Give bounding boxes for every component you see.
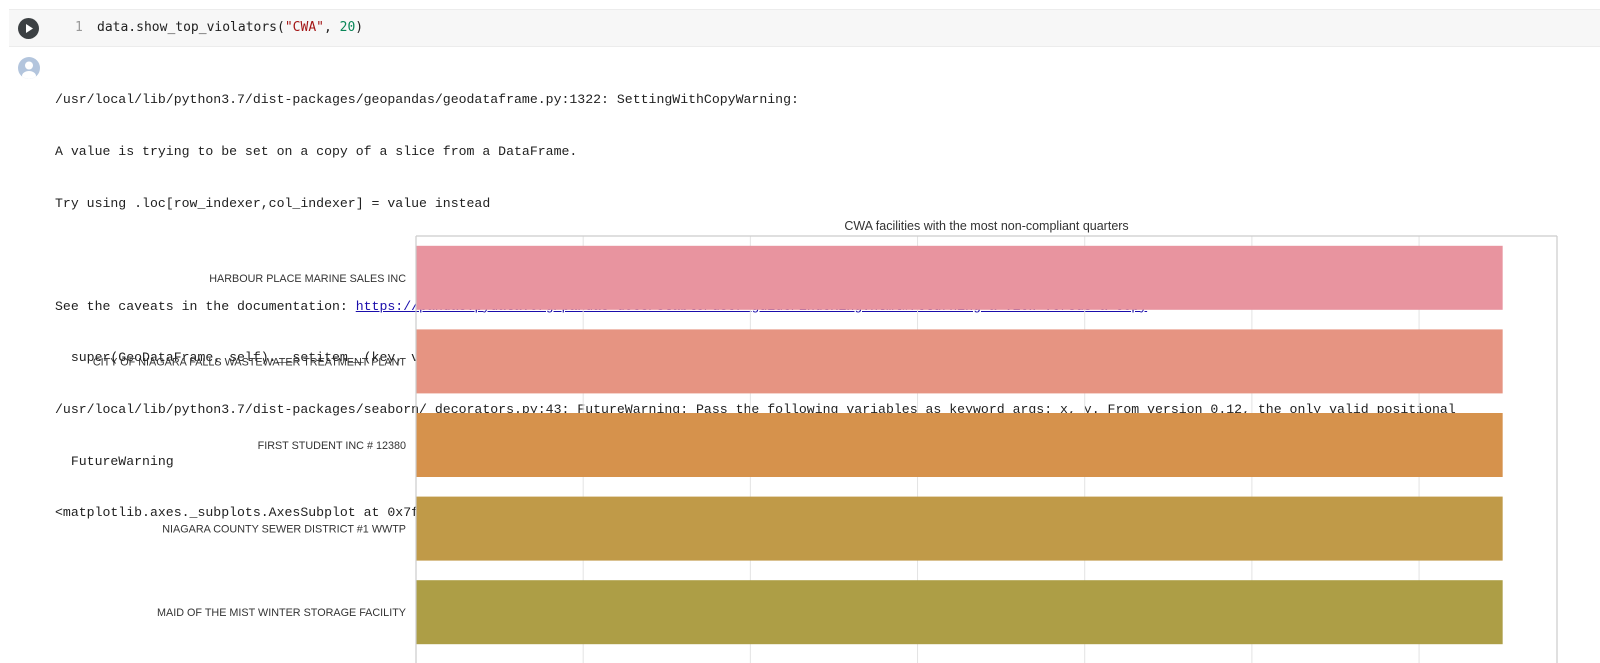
code-token-string: "CWA" <box>284 20 324 35</box>
output-avatar-icon[interactable] <box>18 57 40 79</box>
bar <box>416 245 1503 310</box>
warning-line: A value is trying to be set on a copy of… <box>55 144 578 159</box>
code-cell[interactable]: 1 data.show_top_violators("CWA", 20) <box>9 9 1600 47</box>
code-token-separator: , <box>323 20 340 35</box>
bar <box>416 329 1503 394</box>
chart-title: CWA facilities with the most non-complia… <box>844 219 1128 233</box>
bar <box>416 580 1503 645</box>
code-token-number: 20 <box>339 20 356 35</box>
bar-chart: CWA facilities with the most non-complia… <box>93 219 1558 663</box>
run-cell-button[interactable] <box>18 18 39 39</box>
line-number: 1 <box>75 20 83 35</box>
play-icon <box>26 24 33 33</box>
y-tick-label: HARBOUR PLACE MARINE SALES INC <box>209 273 406 285</box>
y-tick-label: NIAGARA COUNTY SEWER DISTRICT #1 WWTP <box>162 524 406 536</box>
user-icon <box>22 61 36 79</box>
warning-line: Try using .loc[row_indexer,col_indexer] … <box>55 195 491 211</box>
code-token-close: ) <box>355 20 364 35</box>
code-token-call: data.show_top_violators( <box>97 20 285 35</box>
y-tick-label: CITY OF NIAGARA FALLS WASTEWATER TREATME… <box>93 356 407 368</box>
bar <box>416 413 1503 477</box>
warning-line: /usr/local/lib/python3.7/dist-packages/g… <box>55 92 799 108</box>
y-tick-label: FIRST STUDENT INC # 12380 <box>258 440 406 452</box>
y-tick-label: MAID OF THE MIST WINTER STORAGE FACILITY <box>157 607 406 619</box>
chart-container: CWA facilities with the most non-complia… <box>0 212 1600 663</box>
bar <box>416 496 1503 561</box>
code-editor-line[interactable]: data.show_top_violators("CWA", 20) <box>97 20 363 35</box>
